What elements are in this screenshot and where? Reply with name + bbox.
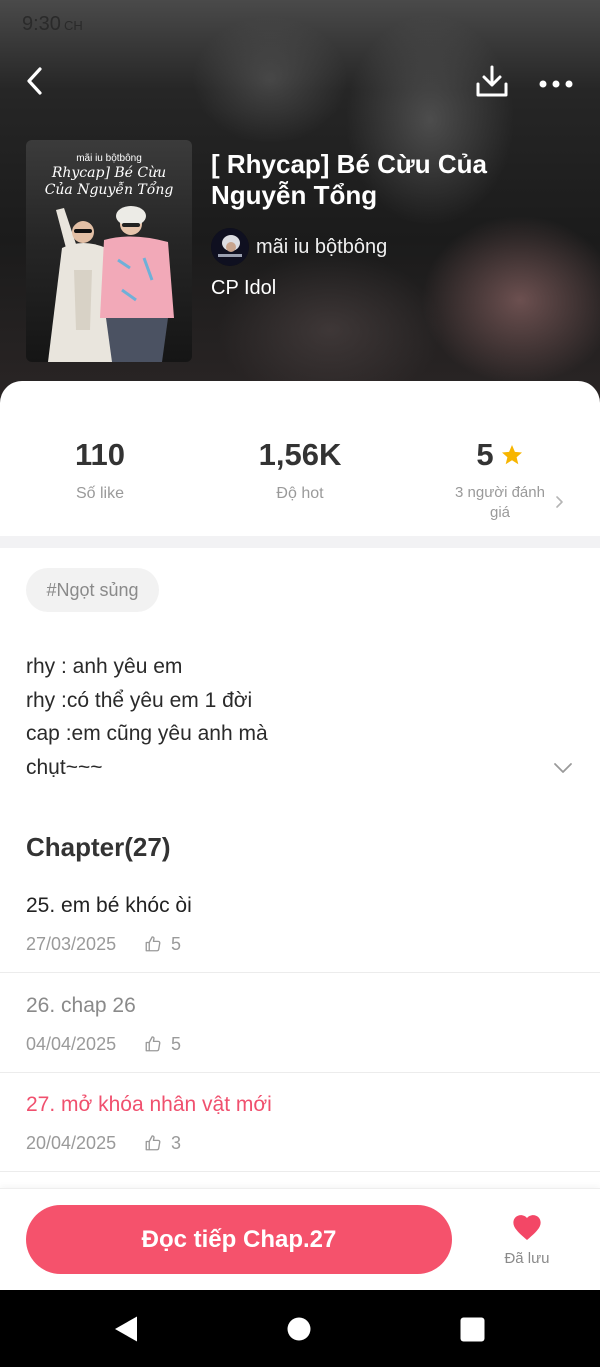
author-name[interactable]: mãi iu bộtbông xyxy=(256,235,387,259)
description-line: rhy : anh yêu em xyxy=(26,655,183,678)
thumb-up-icon xyxy=(145,1135,161,1151)
cover-title-line-1: Rhycap] Bé Cừu xyxy=(51,165,167,181)
chevron-right-icon[interactable] xyxy=(554,495,564,509)
continue-reading-button[interactable]: Đọc tiếp Chap.27 xyxy=(26,1205,452,1274)
description-line: cap :em cũng yêu anh mà xyxy=(26,722,268,745)
story-category[interactable]: CP Idol xyxy=(211,276,276,300)
story-detail-screen: 9:30 CH mãi iu bộtbông Rhycap] Bé Cừu Củ… xyxy=(0,0,600,1367)
stat-rating[interactable]: 5 3 người đánh giá xyxy=(400,437,600,523)
chapter-date: 27/03/2025 xyxy=(26,934,117,954)
chevron-down-icon[interactable] xyxy=(553,762,573,774)
chapter-date: 04/04/2025 xyxy=(26,1034,117,1054)
stat-rating-label: 3 người đánh giá xyxy=(455,484,545,521)
thumb-up-icon xyxy=(145,936,161,952)
nav-home-icon[interactable] xyxy=(287,1317,311,1341)
stat-likes: 110 Số like xyxy=(0,437,200,504)
stat-rating-value-row: 5 xyxy=(400,437,600,473)
more-options-button[interactable] xyxy=(539,76,573,88)
back-arrow-icon xyxy=(27,67,42,95)
chapter-likes: 5 xyxy=(171,1034,182,1054)
bottom-action-bar: Đọc tiếp Chap.27 Đã lưu xyxy=(0,1188,600,1291)
heart-icon xyxy=(513,1215,541,1241)
chapter-title: 27. mở khóa nhân vật mới xyxy=(26,1093,272,1116)
stat-likes-label: Số like xyxy=(75,485,125,502)
nav-back-icon[interactable] xyxy=(113,1315,139,1343)
cover-author-text: mãi iu bộtbông xyxy=(76,153,142,164)
description-line: rhy :có thể yêu em 1 đời xyxy=(26,688,253,712)
back-button[interactable] xyxy=(24,66,46,96)
section-divider-band xyxy=(0,536,600,548)
avatar-image xyxy=(211,228,249,266)
description-line: chụt~~~ xyxy=(26,755,103,779)
chapter-list-heading: Chapter(27) xyxy=(26,832,171,862)
story-title: [ Rhycap] Bé Cừu Của Nguyễn Tổng xyxy=(211,149,487,210)
status-bar-time: 9:30 CH xyxy=(22,12,83,38)
chapter-date: 20/04/2025 xyxy=(26,1133,117,1153)
system-navigation-bar xyxy=(0,1290,600,1367)
more-dots-icon xyxy=(539,80,573,88)
author-avatar[interactable] xyxy=(211,228,249,266)
status-time-period: CH xyxy=(63,18,83,33)
stat-rating-value: 5 xyxy=(476,437,494,472)
chapter-title: 26. chap 26 xyxy=(26,994,136,1017)
chapter-row[interactable]: 27. mở khóa nhân vật mới 20/04/2025 3 xyxy=(0,1072,600,1172)
chapter-title: 25. em bé khóc òi xyxy=(26,894,192,917)
saved-label: Đã lưu xyxy=(504,1250,550,1267)
download-icon xyxy=(476,65,508,97)
stat-hot: 1,56K Độ hot xyxy=(200,437,400,504)
chapter-likes: 3 xyxy=(171,1133,182,1153)
story-cover-image[interactable]: mãi iu bộtbông Rhycap] Bé Cừu Của Nguyễn… xyxy=(26,140,192,362)
star-icon xyxy=(501,445,522,465)
tag-chip[interactable]: #Ngọt sủng xyxy=(26,568,159,612)
status-time-value: 9:30 xyxy=(22,13,61,35)
chapter-row[interactable]: 25. em bé khóc òi 27/03/2025 5 xyxy=(0,873,600,973)
stat-likes-value: 110 xyxy=(74,437,125,472)
saved-toggle[interactable]: Đã lưu xyxy=(486,1211,568,1268)
thumb-up-icon xyxy=(145,1036,161,1052)
chapter-row[interactable]: 26. chap 26 04/04/2025 5 xyxy=(0,973,600,1073)
chapter-likes: 5 xyxy=(171,934,182,954)
cover-title-line-2: Của Nguyễn Tổng xyxy=(44,182,174,198)
stat-hot-value: 1,56K xyxy=(258,437,342,472)
download-button[interactable] xyxy=(475,64,509,98)
stat-hot-label: Độ hot xyxy=(276,485,324,502)
nav-recents-icon[interactable] xyxy=(460,1317,485,1342)
story-description: rhy : anh yêu em rhy :có thể yêu em 1 đờ… xyxy=(26,650,546,784)
